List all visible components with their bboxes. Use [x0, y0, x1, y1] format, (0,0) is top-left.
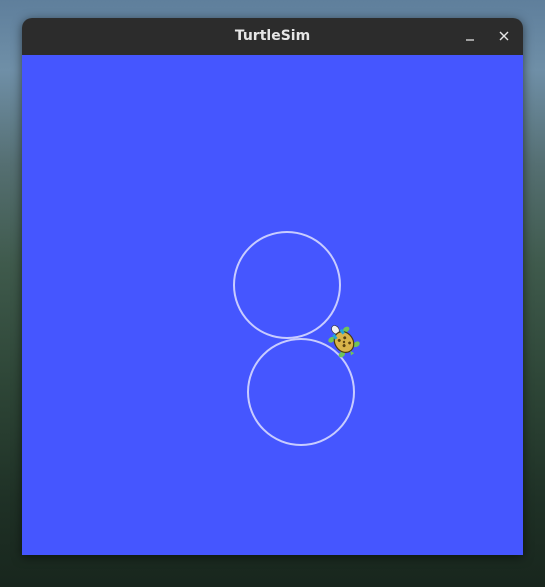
trail-lower-circle: [247, 338, 355, 446]
minimize-button[interactable]: [459, 25, 481, 47]
minimize-icon: [466, 39, 474, 41]
window-titlebar[interactable]: TurtleSim: [22, 18, 523, 55]
close-button[interactable]: [493, 25, 515, 47]
close-icon: [499, 31, 509, 41]
turtlesim-window: TurtleSim: [22, 18, 523, 555]
turtle-canvas: [22, 55, 523, 555]
trail-upper-circle: [233, 231, 341, 339]
window-title: TurtleSim: [234, 28, 311, 44]
turtle-icon: [328, 325, 360, 358]
desktop-background: TurtleSim: [0, 0, 545, 587]
